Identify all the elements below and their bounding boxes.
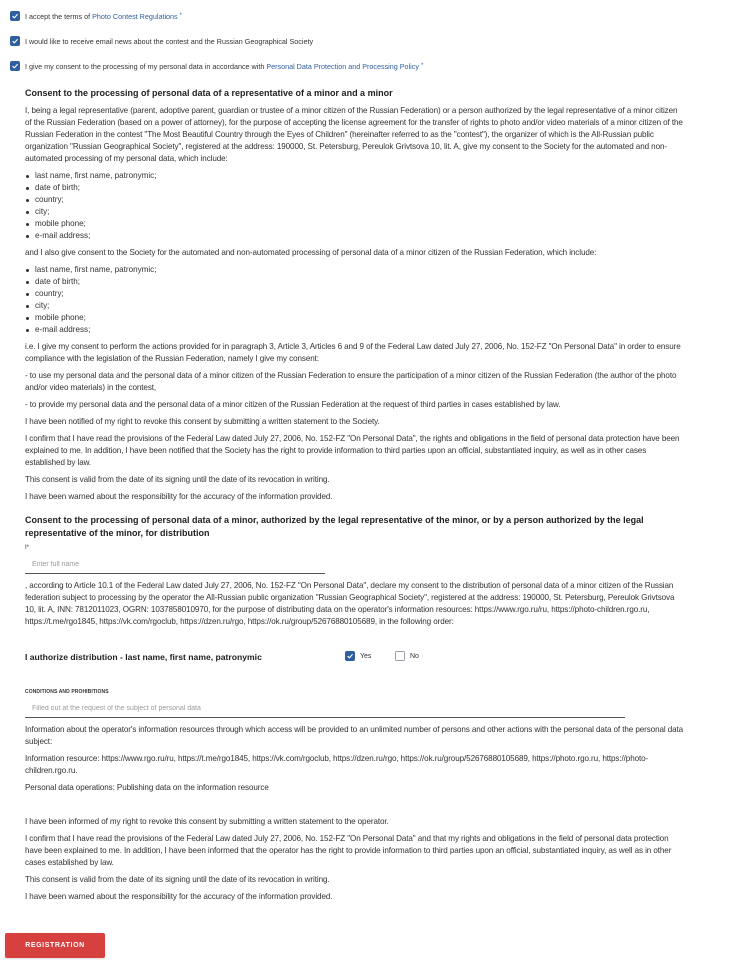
declare-paragraph: , according to Article 10.1 of the Feder… <box>25 581 675 626</box>
list-item: last name, first name, patronymic; <box>26 170 685 182</box>
i-label-row: I* <box>25 542 685 554</box>
confirm-paragraph: I confirm that I have read the provision… <box>25 434 680 467</box>
checkmark-icon <box>347 653 353 659</box>
provide-paragraph: - to provide my personal data and the pe… <box>25 400 561 409</box>
operator-consent-block: I have been informed of my right to revo… <box>25 816 685 903</box>
informed-paragraph: I have been informed of my right to revo… <box>25 817 389 826</box>
confirm-paragraph: I confirm that I have read the provision… <box>25 834 672 867</box>
consent-section-distribution: Consent to the processing of personal da… <box>25 514 685 554</box>
list-item: date of birth; <box>26 276 685 288</box>
personal-data-consent-checkbox[interactable] <box>10 61 20 71</box>
personal-data-consent-label: I give my consent to the processing of m… <box>25 61 267 71</box>
ie-paragraph: i.e. I give my consent to perform the ac… <box>25 342 681 363</box>
valid-paragraph: This consent is valid from the date of i… <box>25 875 330 884</box>
list-item: city; <box>26 206 685 218</box>
list-item: e-mail address; <box>26 324 685 336</box>
valid-paragraph: This consent is valid from the date of i… <box>25 475 330 484</box>
authorize-no-checkbox[interactable] <box>395 651 405 661</box>
also-paragraph: and I also give consent to the Society f… <box>25 248 597 257</box>
list-item: e-mail address; <box>26 230 685 242</box>
checkmark-icon <box>12 63 18 69</box>
list-item: mobile phone; <box>26 312 685 324</box>
consent-section-representative: Consent to the processing of personal da… <box>25 87 685 503</box>
conditions-label: CONDITIONS AND PROHIBITIONS <box>25 689 109 695</box>
authorize-yes-option[interactable]: Yes <box>345 651 371 661</box>
conditions-input[interactable] <box>25 700 625 718</box>
required-marker: * <box>179 13 182 19</box>
no-label: No <box>410 652 419 660</box>
warned-paragraph: I have been warned about the responsibil… <box>25 492 333 501</box>
operations-paragraph: Personal data operations: Publishing dat… <box>25 783 269 792</box>
list-item: date of birth; <box>26 182 685 194</box>
notified-paragraph: I have been notified of my right to revo… <box>25 417 380 426</box>
checkmark-icon <box>12 13 18 19</box>
email-news-row: I would like to receive email news about… <box>10 36 313 46</box>
email-news-checkbox[interactable] <box>10 36 20 46</box>
minor-data-list: last name, first name, patronymic; date … <box>25 264 685 336</box>
conditions-heading-block: CONDITIONS AND PROHIBITIONS <box>25 689 685 695</box>
list-item: country; <box>26 288 685 300</box>
list-item: country; <box>26 194 685 206</box>
full-name-input[interactable] <box>25 556 325 574</box>
list-item: city; <box>26 300 685 312</box>
accept-regulations-checkbox[interactable] <box>10 11 20 21</box>
declare-block: , according to Article 10.1 of the Feder… <box>25 580 685 628</box>
list-item: last name, first name, patronymic; <box>26 264 685 276</box>
regulations-link[interactable]: Photo Contest Regulations <box>92 12 178 21</box>
list-item: mobile phone; <box>26 218 685 230</box>
authorize-yes-checkbox[interactable] <box>345 651 355 661</box>
policy-link[interactable]: Personal Data Protection and Processing … <box>266 62 419 71</box>
email-news-label: I would like to receive email news about… <box>25 36 314 46</box>
section-title: Consent to the processing of personal da… <box>25 88 393 98</box>
checkmark-icon <box>12 38 18 44</box>
required-marker: * <box>420 63 424 69</box>
operator-info-block: Information about the operator's informa… <box>25 724 685 794</box>
info-about-paragraph: Information about the operator's informa… <box>25 725 684 746</box>
intro-paragraph: I, being a legal representative (parent,… <box>25 106 683 163</box>
section-title: Consent to the processing of personal da… <box>25 515 644 538</box>
personal-data-consent-row: I give my consent to the processing of m… <box>10 61 423 71</box>
yes-label: Yes <box>360 652 372 660</box>
accept-regulations-label: I accept the terms of <box>25 11 93 21</box>
required-marker: * <box>26 545 29 551</box>
accept-regulations-row: I accept the terms of Photo Contest Regu… <box>10 11 182 21</box>
representative-data-list: last name, first name, patronymic; date … <box>25 170 685 242</box>
authorize-no-option[interactable]: No <box>395 651 419 661</box>
warned-paragraph: I have been warned about the responsibil… <box>25 892 333 901</box>
use-paragraph: - to use my personal data and the person… <box>25 371 677 392</box>
info-resource-paragraph: Information resource: https://www.rgo.ru… <box>25 754 649 775</box>
registration-button[interactable]: REGISTRATION <box>5 933 105 958</box>
